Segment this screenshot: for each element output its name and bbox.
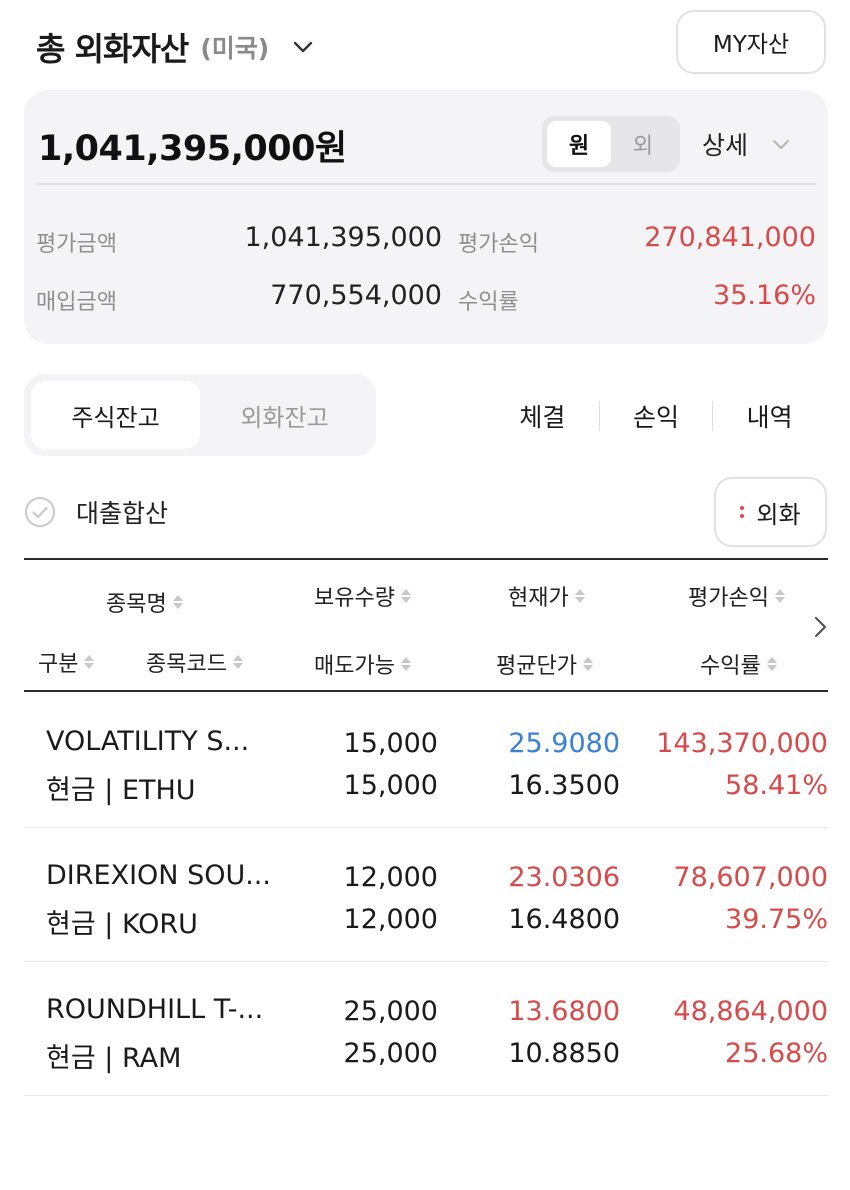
balance-tabs: 주식잔고 외화잔고: [24, 374, 376, 456]
stock-name: ROUNDHILL T-...: [46, 994, 264, 1025]
page-title[interactable]: 총 외화자산 (미국): [36, 24, 315, 70]
sellable-qty: 15,000: [343, 770, 438, 801]
currency-toggle[interactable]: 원 외: [542, 116, 680, 172]
chevron-down-icon[interactable]: [291, 35, 315, 59]
holding-qty: 15,000: [343, 728, 438, 759]
col-header-eval-pnl[interactable]: 평가손익: [688, 580, 785, 612]
holding-qty: 12,000: [343, 862, 438, 893]
detail-dropdown[interactable]: 상세: [702, 126, 792, 162]
chevron-right-icon[interactable]: [810, 614, 830, 640]
avg-price: 16.4800: [508, 904, 620, 935]
check-circle-icon: [25, 497, 55, 527]
return-rate: 58.41%: [725, 770, 828, 801]
current-price: 25.9080: [508, 728, 620, 759]
holding-qty: 25,000: [343, 996, 438, 1027]
col-header-current-price[interactable]: 현재가: [508, 580, 585, 612]
summary-card: 1,041,395,000원 원 외 상세 평가금액 1,041,395,000…: [24, 90, 828, 344]
eval-amount-value: 1,041,395,000: [244, 222, 442, 253]
col-header-holding-qty[interactable]: 보유수량: [314, 580, 411, 612]
col-header-sellable[interactable]: 매도가능: [314, 648, 411, 680]
total-amount: 1,041,395,000원: [38, 129, 347, 169]
card-divider: [36, 183, 816, 185]
current-price: 23.0306: [508, 862, 620, 893]
sort-icon: [232, 654, 243, 670]
avg-price: 16.3500: [508, 770, 620, 801]
col-header-code[interactable]: 종목코드: [146, 646, 243, 678]
current-price: 13.6800: [508, 996, 620, 1027]
col-header-name[interactable]: 종목명: [106, 586, 183, 618]
history-links: 체결 손익 내역: [486, 396, 826, 436]
sort-icon: [400, 656, 411, 672]
currency-foreign-option[interactable]: 외: [611, 121, 675, 167]
col-header-category[interactable]: 구분: [38, 646, 95, 678]
chevron-down-icon: [773, 140, 790, 149]
fx-button-label: 외화: [756, 500, 801, 529]
sellable-qty: 12,000: [343, 904, 438, 935]
title-text: 총 외화자산: [36, 30, 189, 68]
loan-include-checkbox[interactable]: 대출합산: [24, 494, 168, 530]
return-rate: 25.68%: [725, 1038, 828, 1069]
foreign-assets-screen: 총 외화자산 (미국) MY자산 1,041,395,000원 원 외 상세 평…: [0, 0, 850, 1190]
table-header: 종목명 보유수량 현재가 평가손익 구분 종목코드 매도가능 평균단가 수익률: [24, 558, 828, 692]
tab-fx-balance[interactable]: 외화잔고: [200, 381, 369, 449]
sort-icon: [582, 656, 593, 672]
fx-menu-button[interactable]: 외화: [714, 477, 827, 547]
purchase-amount-label: 매입금액: [36, 290, 117, 315]
table-row[interactable]: DIREXION SOU... 현금 | KORU 12,000 12,000 …: [24, 828, 828, 962]
tab-stock-balance[interactable]: 주식잔고: [31, 381, 200, 449]
eval-pnl: 48,864,000: [673, 996, 828, 1027]
eval-pnl-value: 270,841,000: [644, 222, 816, 253]
eval-amount-label: 평가금액: [36, 232, 117, 257]
detail-label: 상세: [702, 131, 749, 160]
stock-name: DIREXION SOU...: [46, 860, 271, 891]
return-rate-label: 수익률: [458, 290, 519, 315]
sort-icon: [766, 656, 777, 672]
table-row[interactable]: VOLATILITY S... 현금 | ETHU 15,000 15,000 …: [24, 694, 828, 828]
sort-icon: [400, 588, 411, 604]
region-text: (미국): [200, 34, 270, 63]
sort-icon: [172, 594, 183, 610]
purchase-amount-value: 770,554,000: [270, 280, 442, 311]
stock-type-code: 현금 | RAM: [46, 1043, 182, 1074]
eval-pnl: 143,370,000: [656, 728, 828, 759]
stock-type-code: 현금 | ETHU: [46, 775, 196, 806]
return-rate: 39.75%: [725, 904, 828, 935]
table-row[interactable]: ROUNDHILL T-... 현금 | RAM 25,000 25,000 1…: [24, 962, 828, 1096]
sort-icon: [84, 654, 95, 670]
sort-icon: [574, 588, 585, 604]
return-rate-value: 35.16%: [713, 280, 816, 311]
avg-price: 10.8850: [508, 1038, 620, 1069]
sellable-qty: 25,000: [343, 1038, 438, 1069]
stock-type-code: 현금 | KORU: [46, 909, 198, 940]
history-link[interactable]: 내역: [713, 398, 826, 434]
eval-pnl-label: 평가손익: [458, 232, 539, 257]
col-header-avg-price[interactable]: 평균단가: [496, 648, 593, 680]
col-header-return-rate[interactable]: 수익률: [700, 648, 777, 680]
executions-link[interactable]: 체결: [486, 398, 599, 434]
loan-include-label: 대출합산: [76, 499, 169, 528]
sort-icon: [774, 588, 785, 604]
my-assets-button[interactable]: MY자산: [676, 10, 826, 74]
stock-name: VOLATILITY S...: [46, 726, 250, 757]
currency-krw-option[interactable]: 원: [547, 121, 611, 167]
pnl-link[interactable]: 손익: [600, 398, 713, 434]
eval-pnl: 78,607,000: [673, 862, 828, 893]
more-dots-icon: [740, 504, 745, 520]
